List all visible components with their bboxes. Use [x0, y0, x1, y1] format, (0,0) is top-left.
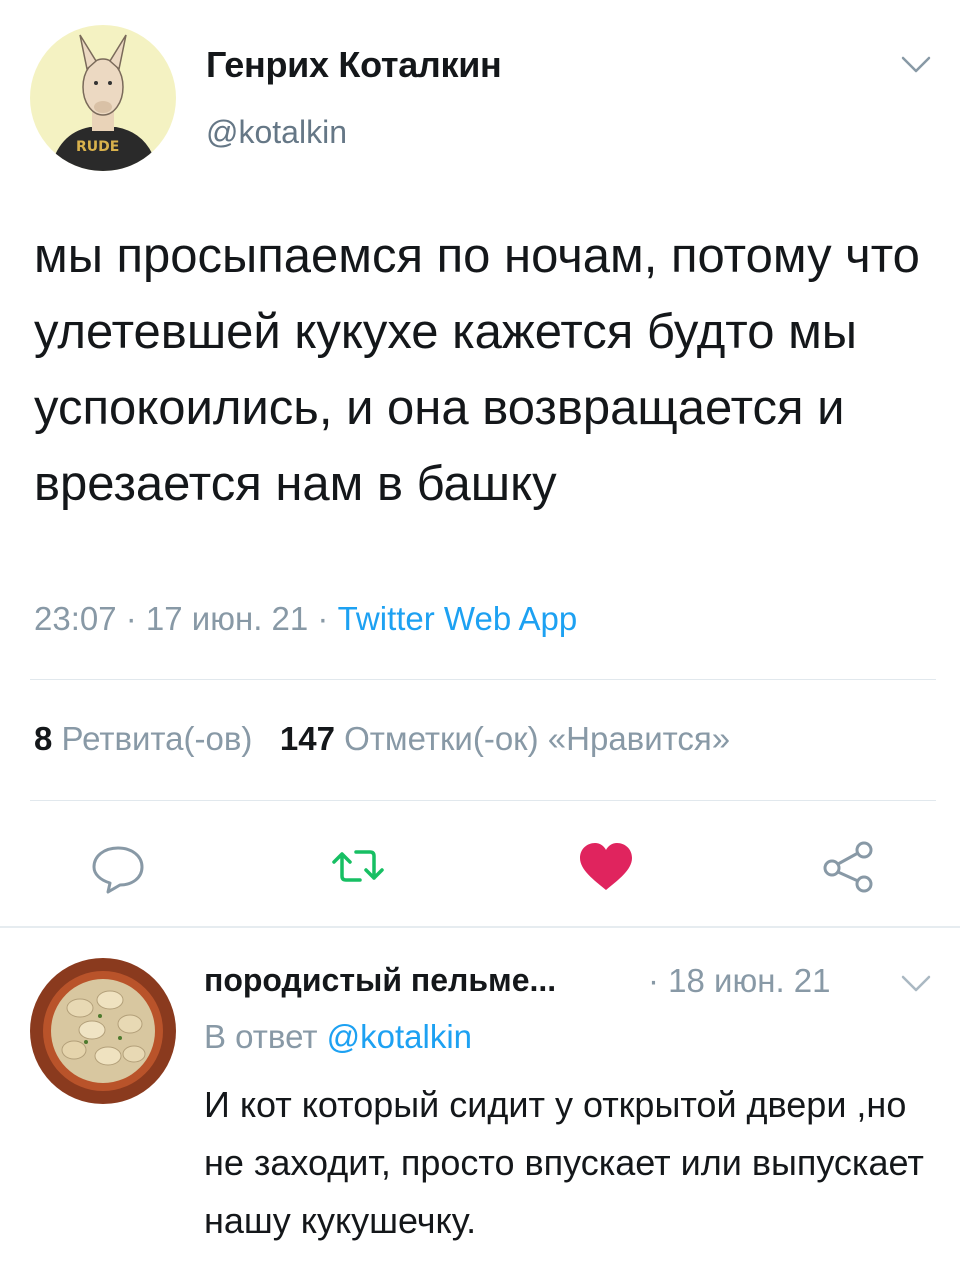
tweet-text: мы просыпаемся по ночам, потому что улет… — [34, 229, 920, 511]
reply-text: И кот который сидит у открытой двери ,но… — [204, 1084, 924, 1241]
retweets-label: Ретвита(-ов) — [61, 720, 253, 757]
tweet-meta: 23:07 · 17 июн. 21 · Twitter Web App — [34, 600, 577, 638]
share-button[interactable] — [818, 836, 878, 896]
divider — [30, 800, 936, 801]
chevron-down-icon[interactable] — [900, 974, 932, 994]
reply-author-name[interactable]: породистый пельме... — [204, 962, 556, 999]
likes-count: 147 — [279, 720, 335, 757]
author-avatar[interactable]: RUDE — [30, 25, 176, 171]
tweet-date[interactable]: 17 июн. 21 — [146, 600, 308, 637]
divider — [30, 679, 936, 680]
heart-icon — [580, 843, 632, 890]
chevron-down-icon[interactable] — [900, 54, 932, 76]
tweet-time[interactable]: 23:07 — [34, 600, 117, 637]
comment-icon — [92, 846, 144, 894]
tweet-separator — [0, 926, 960, 928]
like-button[interactable] — [576, 836, 636, 896]
meta-separator: · — [308, 600, 338, 637]
reply-button[interactable] — [88, 836, 148, 896]
tweet-source[interactable]: Twitter Web App — [338, 600, 578, 637]
reply-to-prefix: В ответ — [204, 1018, 318, 1055]
meta-separator: · — [116, 600, 146, 637]
likes-label: Отметки(-ок) «Нравится» — [344, 720, 731, 757]
author-name[interactable]: Генрих Коталкин — [206, 44, 502, 86]
retweet-icon — [332, 850, 384, 882]
avatar-shirt-text: RUDE — [76, 139, 119, 155]
reply-to: В ответ @kotalkin — [204, 1018, 472, 1056]
reply-author-avatar[interactable] — [30, 958, 176, 1104]
reply-date[interactable]: · 18 июн. 21 — [648, 962, 830, 1000]
author-handle[interactable]: @kotalkin — [206, 114, 347, 151]
retweets-stat[interactable]: 8 Ретвита(-ов) — [34, 720, 252, 757]
tweet-stats: 8 Ретвита(-ов) 147 Отметки(-ок) «Нравитс… — [34, 720, 730, 758]
reply-to-handle[interactable]: @kotalkin — [327, 1018, 472, 1055]
retweet-button[interactable] — [328, 836, 388, 896]
retweets-count: 8 — [34, 720, 53, 757]
likes-stat[interactable]: 147 Отметки(-ок) «Нравится» — [280, 720, 730, 757]
share-icon — [823, 841, 873, 893]
